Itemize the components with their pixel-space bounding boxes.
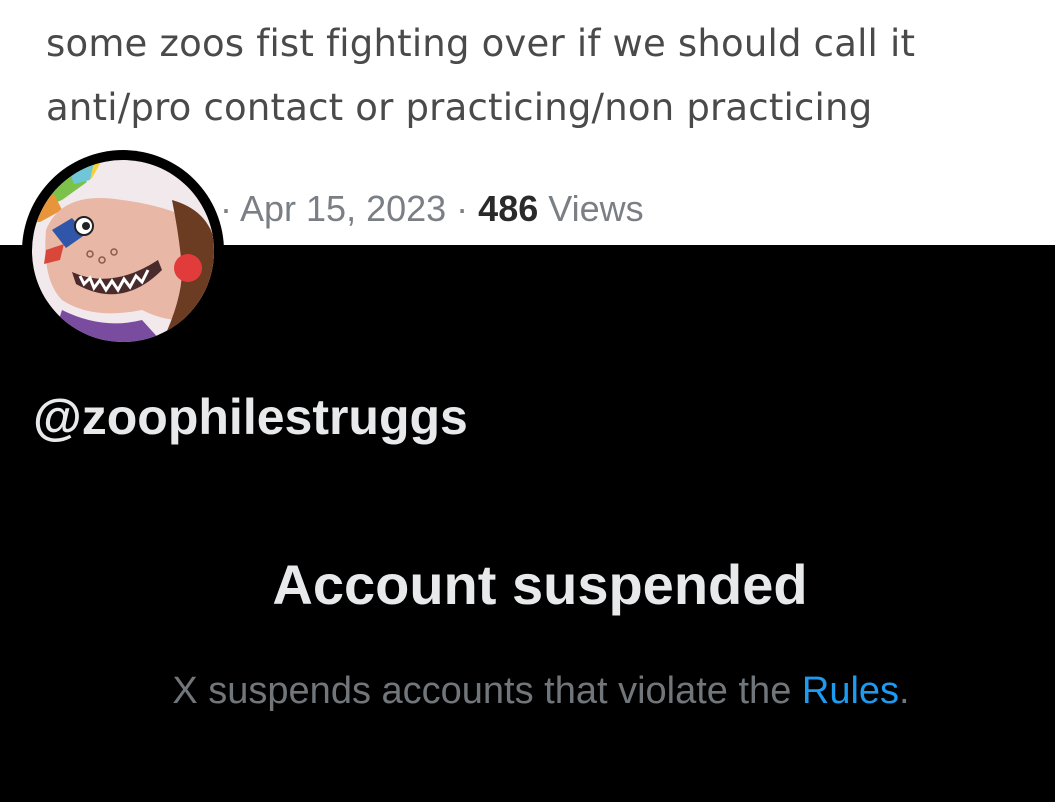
suspended-profile-page: some zoos fist fighting over if we shoul… [0,0,1055,802]
meta-separator: · [220,188,241,229]
meta-separator: · [446,188,479,229]
suspension-message-text: X suspends accounts that violate the [172,670,802,712]
tweet-text-line-1: some zoos fist fighting over if we shoul… [46,22,916,65]
suspension-title: Account suspended [272,553,808,616]
suspension-message-period: . [899,670,910,712]
tweet-date[interactable]: Apr 15, 2023 [240,188,446,229]
avatar[interactable] [22,150,224,352]
rules-link[interactable]: Rules [802,670,899,712]
tweet-meta: · Apr 15, 2023 · 486 Views [220,188,644,230]
tweet-text-line-2: anti/pro contact or practicing/non pract… [46,86,873,129]
suspension-message: X suspends accounts that violate the Rul… [0,670,1055,713]
tweet-views-label: Views [538,188,644,229]
clown-hyena-avatar-icon [32,160,214,342]
tweet-views-count: 486 [478,188,539,229]
profile-handle: @zoophilestruggs [33,389,468,445]
